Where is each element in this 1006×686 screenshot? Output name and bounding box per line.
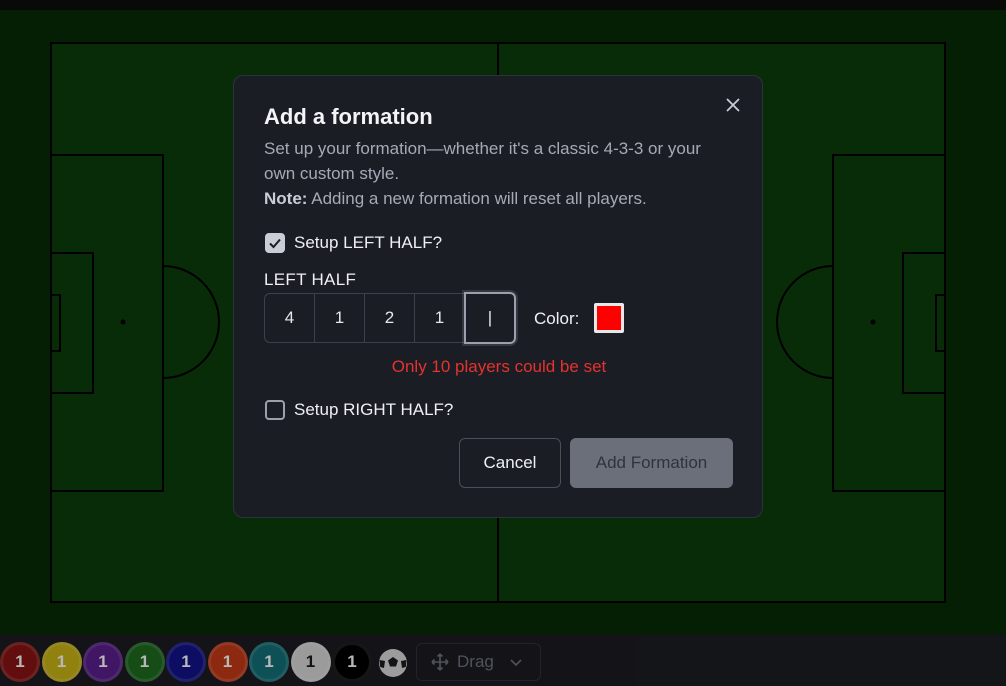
cancel-button[interactable]: Cancel [459, 438, 561, 488]
add-formation-button[interactable]: Add Formation [570, 438, 733, 488]
formation-slot[interactable]: 2 [364, 293, 414, 343]
add-formation-dialog: Add a formation Set up your formation—wh… [233, 75, 763, 518]
left-half-title: LEFT HALF [264, 270, 357, 289]
formation-slot[interactable]: 4 [264, 293, 314, 343]
right-half-label[interactable]: Setup RIGHT HALF? [294, 400, 453, 420]
right-half-checkbox[interactable] [265, 400, 285, 420]
formation-slot[interactable]: 1 [314, 293, 364, 343]
color-label: Color: [534, 309, 580, 328]
color-picker[interactable] [594, 303, 624, 333]
dialog-note: Note: Adding a new formation will reset … [264, 186, 647, 211]
error-message: Only 10 players could be set [391, 357, 607, 376]
formation-input-group: 4 1 2 1 | [264, 292, 516, 344]
note-label: Note: [264, 189, 308, 208]
check-icon [269, 238, 281, 249]
dialog-description: Set up your formation—whether it's a cla… [264, 139, 701, 183]
left-half-label[interactable]: Setup LEFT HALF? [294, 233, 442, 253]
close-icon [726, 98, 740, 112]
formation-slot[interactable]: 1 [414, 293, 464, 343]
left-half-checkbox[interactable] [265, 233, 285, 253]
close-button[interactable] [722, 94, 744, 116]
note-text: Adding a new formation will reset all pl… [307, 189, 647, 208]
formation-slot-active[interactable]: | [464, 292, 516, 344]
dialog-title: Add a formation [264, 104, 433, 129]
